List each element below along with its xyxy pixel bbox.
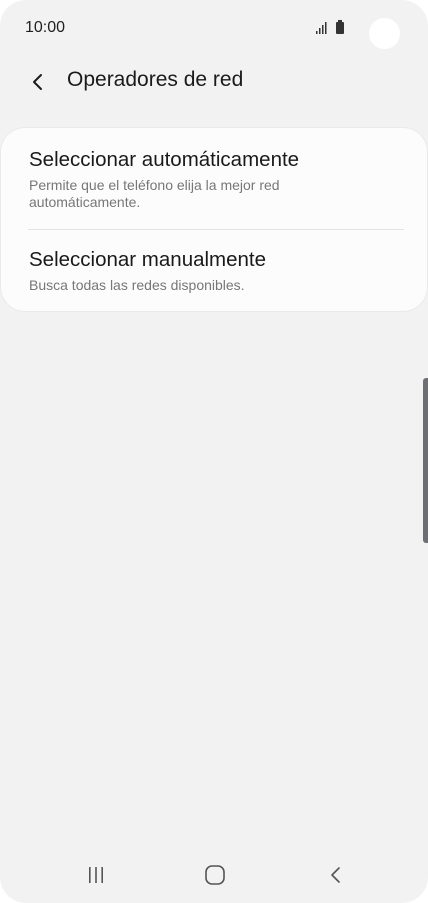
app-header: Operadores de red: [0, 58, 428, 106]
select-automatically-title: Seleccionar automáticamente: [29, 148, 300, 171]
select-manually-option[interactable]: Seleccionar manualmente Busca todas las …: [1, 230, 427, 311]
back-button[interactable]: [22, 66, 54, 98]
signal-icon: [316, 22, 327, 34]
page-title: Operadores de red: [67, 68, 244, 91]
select-automatically-option[interactable]: Seleccionar automáticamente Permite que …: [1, 128, 427, 229]
recent-apps-button[interactable]: [76, 860, 116, 890]
phone-screen: 10:00 Operadores de red Seleccionar auto…: [0, 0, 428, 903]
status-bar: 10:00: [0, 0, 428, 58]
status-time: 10:00: [25, 19, 66, 36]
battery-icon: [336, 20, 344, 34]
chevron-left-icon: [33, 74, 42, 90]
home-icon: [205, 865, 225, 885]
home-button[interactable]: [195, 860, 235, 890]
status-icons: [313, 20, 353, 36]
scroll-handle[interactable]: [423, 378, 428, 543]
recent-apps-icon: [89, 867, 103, 883]
network-options-card: Seleccionar automáticamente Permite que …: [1, 128, 427, 311]
select-manually-title: Seleccionar manualmente: [29, 248, 267, 271]
navigation-bar: [0, 850, 428, 903]
camera-cutout: [369, 18, 400, 49]
select-automatically-description: Permite que el teléfono elija la mejor r…: [29, 177, 280, 210]
nav-back-button[interactable]: [316, 860, 356, 890]
select-manually-description: Busca todas las redes disponibles.: [29, 277, 245, 293]
back-icon: [331, 867, 340, 883]
